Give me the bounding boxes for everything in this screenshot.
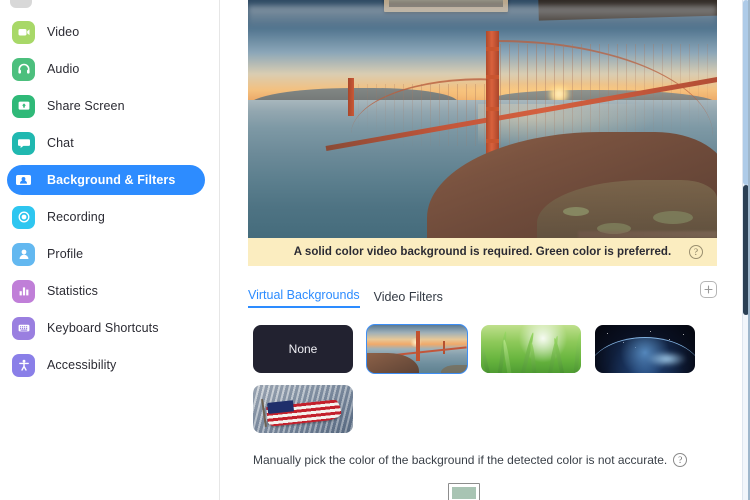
picked-color-swatch	[452, 487, 476, 499]
tab-video-filters[interactable]: Video Filters	[374, 290, 443, 308]
sidebar-item-label: Background & Filters	[47, 173, 176, 187]
sidebar-item-label: Keyboard Shortcuts	[47, 321, 159, 335]
zoom-settings-window: Video Audio Share Screen Chat Background	[0, 0, 750, 500]
banner-message: A solid color video background is requir…	[293, 246, 672, 258]
sidebar-item-accessibility[interactable]: Accessibility	[7, 350, 205, 380]
video-camera-icon	[12, 20, 35, 44]
background-and-filters-panel: A solid color video background is requir…	[220, 0, 750, 500]
sidebar-item-chat[interactable]: Chat	[7, 128, 205, 158]
background-thumb-none[interactable]: None	[253, 325, 353, 373]
bridge-tower-far	[348, 78, 354, 116]
sidebar-item-audio[interactable]: Audio	[7, 54, 205, 84]
thumb-image-bridge	[367, 325, 467, 373]
panel-tabs: Virtual Backgrounds Video Filters	[248, 281, 717, 308]
sidebar-item-profile[interactable]: Profile	[7, 239, 205, 269]
chat-bubble-icon	[12, 131, 35, 155]
add-background-button[interactable]	[700, 281, 717, 298]
headphones-icon	[12, 57, 35, 81]
manual-color-hint: Manually pick the color of the backgroun…	[253, 453, 668, 467]
sidebar-item-background-and-filters[interactable]: Background & Filters	[7, 165, 205, 195]
keyboard-icon	[12, 316, 35, 340]
sidebar-item-label: Audio	[47, 62, 80, 76]
preview-bottom-strip	[578, 231, 717, 238]
video-preview[interactable]	[248, 0, 717, 238]
sidebar-item-label: Chat	[47, 136, 74, 150]
background-thumb-earth-from-space[interactable]	[595, 325, 695, 373]
help-icon[interactable]: ?	[673, 453, 688, 467]
background-thumb-golden-gate-bridge[interactable]	[366, 324, 468, 374]
background-thumb-american-flag[interactable]	[253, 385, 353, 433]
share-screen-icon	[12, 94, 35, 118]
sidebar-item-label: Video	[47, 25, 80, 39]
sidebar-item-recording[interactable]: Recording	[7, 202, 205, 232]
thumb-image-grass	[481, 325, 581, 373]
tab-virtual-backgrounds[interactable]: Virtual Backgrounds	[248, 288, 360, 308]
thumb-label-none: None	[288, 342, 318, 356]
brush-3	[563, 207, 589, 216]
record-circle-icon	[12, 205, 35, 229]
sidebar-item-statistics[interactable]: Statistics	[7, 276, 205, 306]
help-icon[interactable]: ?	[689, 245, 703, 259]
green-screen-notice-banner: A solid color video background is requir…	[248, 238, 717, 266]
sidebar-item-label: Share Screen	[47, 99, 125, 113]
thumb-image-flag	[253, 385, 353, 433]
person-card-icon	[12, 169, 35, 192]
person-icon	[12, 242, 35, 266]
settings-sidebar: Video Audio Share Screen Chat Background	[0, 0, 220, 500]
background-thumb-grass[interactable]	[481, 325, 581, 373]
sidebar-item-keyboard-shortcuts[interactable]: Keyboard Shortcuts	[7, 313, 205, 343]
brush-1	[653, 211, 693, 224]
sidebar-item-label: Statistics	[47, 284, 99, 298]
thumb-image-space	[595, 325, 695, 373]
general-icon-partial	[10, 0, 32, 8]
plus-icon	[704, 285, 713, 294]
sidebar-item-share-screen[interactable]: Share Screen	[7, 91, 205, 121]
sidebar-item-label: Profile	[47, 247, 84, 261]
sidebar-item-label: Accessibility	[47, 358, 117, 372]
sidebar-item-label: Recording	[47, 210, 105, 224]
sidebar-item-video[interactable]: Video	[7, 17, 205, 47]
accessibility-icon	[12, 353, 35, 377]
background-thumbnail-grid: None	[253, 324, 713, 433]
color-picker-swatch-button[interactable]	[448, 483, 480, 500]
bar-chart-icon	[12, 279, 35, 303]
manual-color-hint-row: Manually pick the color of the backgroun…	[253, 453, 730, 500]
